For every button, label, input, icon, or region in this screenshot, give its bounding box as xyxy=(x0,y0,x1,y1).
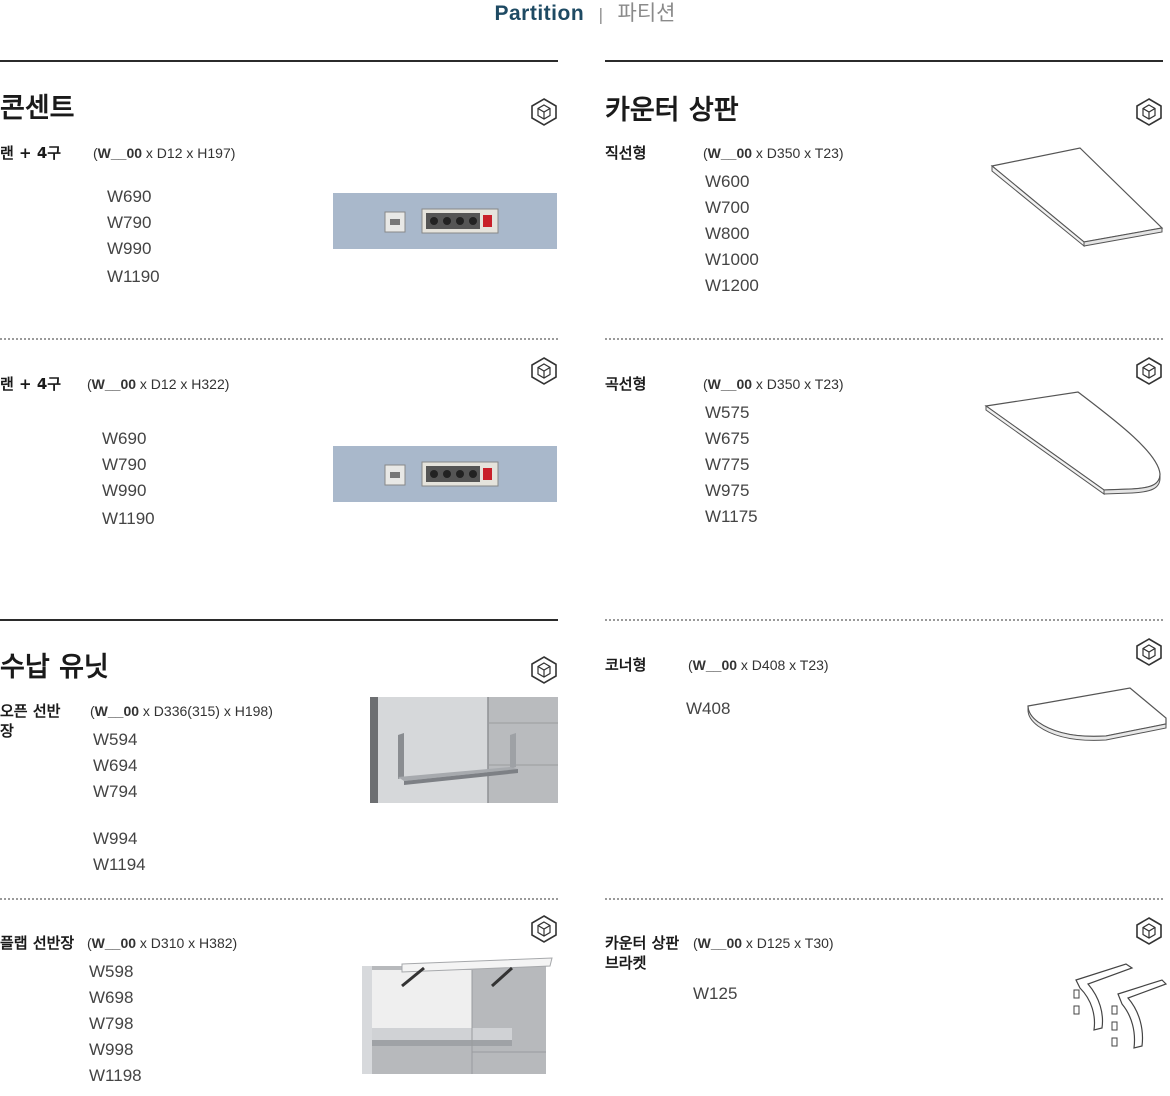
product-image-outlet-a xyxy=(333,193,557,249)
section-title-storage: 수납 유닛 xyxy=(0,652,109,683)
item-dimension-lan4-a: (W__00 x D12 x H197) xyxy=(93,145,236,161)
product-image-straight-top xyxy=(988,146,1166,250)
size-list-lan4-a: W690 W790 W990 W1190 xyxy=(107,187,160,286)
item-dimension-corner: (W__00 x D408 x T23) xyxy=(688,657,829,673)
product-image-bracket xyxy=(1066,958,1168,1056)
size-list-lan4-b: W690 W790 W990 W1190 xyxy=(102,429,155,528)
item-label-lan4-b: 랜 + 4구 xyxy=(0,375,62,393)
size-list-open-shelf-more: W994 W1194 xyxy=(93,829,146,874)
header-title-ko: 파티션 xyxy=(617,1,676,25)
item-dimension-straight: (W__00 x D350 x T23) xyxy=(703,145,844,161)
cube-hexagon-icon xyxy=(529,356,559,386)
size-list-bracket: W125 xyxy=(693,984,738,1003)
item-label-straight: 직선형 xyxy=(605,144,647,162)
section-rule-consent xyxy=(0,60,558,62)
page-header: Partition | 파티션 xyxy=(0,0,1170,28)
item-dimension-bracket: (W__00 x D125 x T30) xyxy=(693,935,834,951)
section-rule-counter xyxy=(605,60,1163,62)
item-dimension-open-shelf: (W__00 x D336(315) x H198) xyxy=(90,703,273,719)
item-dimension-curved: (W__00 x D350 x T23) xyxy=(703,376,844,392)
product-image-corner-top xyxy=(1024,684,1168,744)
header-title-en: Partition xyxy=(494,2,585,25)
section-rule-storage xyxy=(0,619,558,621)
product-image-outlet-b xyxy=(333,446,557,502)
item-dimension-flap-shelf: (W__00 x D310 x H382) xyxy=(87,935,238,951)
dotted-divider xyxy=(605,898,1163,900)
item-label-flap-shelf: 플랩 선반장 xyxy=(0,934,75,952)
item-label-bracket: 카운터 상판 브라켓 xyxy=(605,934,680,972)
cube-hexagon-icon xyxy=(529,655,559,685)
product-image-curved-top xyxy=(982,388,1166,500)
section-title-counter: 카운터 상판 xyxy=(605,95,739,126)
cube-hexagon-icon xyxy=(1134,356,1164,386)
item-label-curved: 곡선형 xyxy=(605,375,647,393)
cube-hexagon-icon xyxy=(529,97,559,127)
item-label-open-shelf: 오픈 선반 장 xyxy=(0,702,61,740)
section-title-consent: 콘센트 xyxy=(0,93,75,124)
item-label-corner: 코너형 xyxy=(605,656,647,674)
item-label-lan4-a: 랜 + 4구 xyxy=(0,144,62,162)
size-list-straight: W600 W700 W800 W1000 W1200 xyxy=(705,172,759,295)
cube-hexagon-icon xyxy=(1134,916,1164,946)
dotted-divider xyxy=(605,338,1163,340)
product-image-flap-shelf xyxy=(362,956,554,1074)
size-list-curved: W575 W675 W775 W975 W1175 xyxy=(705,403,758,526)
cube-hexagon-icon xyxy=(529,914,559,944)
dotted-divider xyxy=(0,338,558,340)
size-list-open-shelf: W594 W694 W794 xyxy=(93,730,138,801)
size-list-corner: W408 xyxy=(686,699,731,718)
cube-hexagon-icon xyxy=(1134,97,1164,127)
item-dimension-lan4-b: (W__00 x D12 x H322) xyxy=(87,376,230,392)
cube-hexagon-icon xyxy=(1134,637,1164,667)
product-image-open-shelf xyxy=(370,697,558,803)
dotted-divider xyxy=(605,619,1163,621)
header-divider: | xyxy=(598,5,604,24)
size-list-flap-shelf: W598 W698 W798 W998 W1198 xyxy=(89,962,142,1085)
dotted-divider xyxy=(0,898,558,900)
